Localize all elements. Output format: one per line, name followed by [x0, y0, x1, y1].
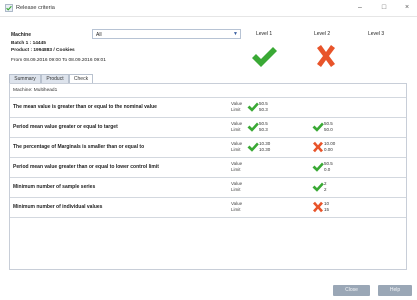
title-bar: Release criteria – □ ×	[0, 0, 417, 17]
level2-limit: 50.0	[324, 127, 333, 132]
level1-value: 50.5	[259, 101, 268, 106]
level2-limit: 0.00	[324, 147, 333, 152]
value-label: Value	[231, 101, 243, 106]
criteria-name: Period mean value greater than or equal …	[13, 164, 159, 170]
machine-select-value: All	[96, 31, 102, 38]
check-icon	[247, 122, 259, 132]
level1-limit: 50.3	[259, 107, 268, 112]
limit-label: Limit	[231, 187, 241, 192]
level2-value: 2	[324, 181, 327, 186]
criteria-row: Minimum number of sample series Value Limi…	[10, 178, 406, 198]
level2-limit: 0.0	[324, 167, 331, 172]
level2-limit: 15	[324, 207, 330, 212]
level1-limit: 10.30	[259, 147, 271, 152]
limit-label: Limit	[231, 167, 241, 172]
level-2-header: Level 2	[314, 31, 331, 37]
level2-value: 10	[324, 201, 330, 206]
criteria-row: Minimum number of individual values Value…	[10, 198, 406, 218]
level1-value: 50.5	[259, 121, 268, 126]
limit-label: Limit	[231, 207, 241, 212]
product-text: Product : 1994883 / Cookies	[11, 48, 75, 53]
batch-text: Batch 1 : 14445	[11, 41, 46, 46]
level2-limit: 2	[324, 187, 327, 192]
panel-machine-line: Machine: Multihead1	[13, 88, 58, 93]
criteria-row: The percentage of Marginals is smaller t…	[10, 138, 406, 158]
machine-label: Machine	[11, 32, 32, 38]
criteria-name: Period mean value greater or equal to ta…	[13, 124, 118, 130]
close-button[interactable]: Close	[333, 285, 370, 296]
check-icon	[312, 162, 324, 172]
check-icon	[312, 182, 324, 192]
level2-value: 50.5	[324, 121, 333, 126]
level-1-header: Level 1	[256, 31, 273, 37]
limit-label: Limit	[231, 107, 241, 112]
check-icon	[247, 142, 259, 152]
criteria-name: The percentage of Marginals is smaller t…	[13, 144, 145, 150]
criteria-name: Minimum number of individual values	[13, 204, 103, 210]
limit-label: Limit	[231, 127, 241, 132]
machine-select[interactable]: All ▼	[92, 29, 241, 39]
value-label: Value	[231, 181, 243, 186]
criteria-row: The mean value is greater than or equal …	[10, 98, 406, 118]
period-text: From 08.09.2016 09:00 To 08.09.2016 09:0…	[11, 58, 106, 63]
check-icon	[247, 102, 259, 112]
check-panel: Machine: Multihead1 The mean value is gr…	[9, 83, 407, 270]
cross-icon	[313, 201, 323, 213]
level-3-header: Level 3	[368, 31, 385, 37]
level1-limit: 50.3	[259, 127, 268, 132]
check-icon	[312, 122, 324, 132]
window-title: Release criteria	[16, 5, 55, 11]
criteria-name: Minimum number of sample series	[13, 184, 96, 190]
criteria-name: The mean value is greater than or equal …	[13, 104, 157, 110]
minimize-button[interactable]: –	[352, 2, 368, 14]
level-1-pass-check-icon	[252, 47, 277, 67]
cross-icon	[313, 141, 323, 153]
app-icon	[5, 4, 13, 12]
value-label: Value	[231, 161, 243, 166]
value-label: Value	[231, 201, 243, 206]
chevron-down-icon: ▼	[233, 31, 238, 37]
level1-value: 10.30	[259, 141, 271, 146]
level-2-fail-cross-icon	[317, 45, 335, 67]
maximize-button[interactable]: □	[376, 2, 392, 14]
level2-value: 50.5	[324, 161, 333, 166]
value-label: Value	[231, 141, 243, 146]
limit-label: Limit	[231, 147, 241, 152]
close-window-button[interactable]: ×	[399, 2, 415, 14]
criteria-row: Period mean value greater or equal to ta…	[10, 118, 406, 138]
criteria-row: Period mean value greater than or equal …	[10, 158, 406, 178]
level2-value: 10.00	[324, 141, 336, 146]
help-button[interactable]: Help	[378, 285, 412, 296]
value-label: Value	[231, 121, 243, 126]
